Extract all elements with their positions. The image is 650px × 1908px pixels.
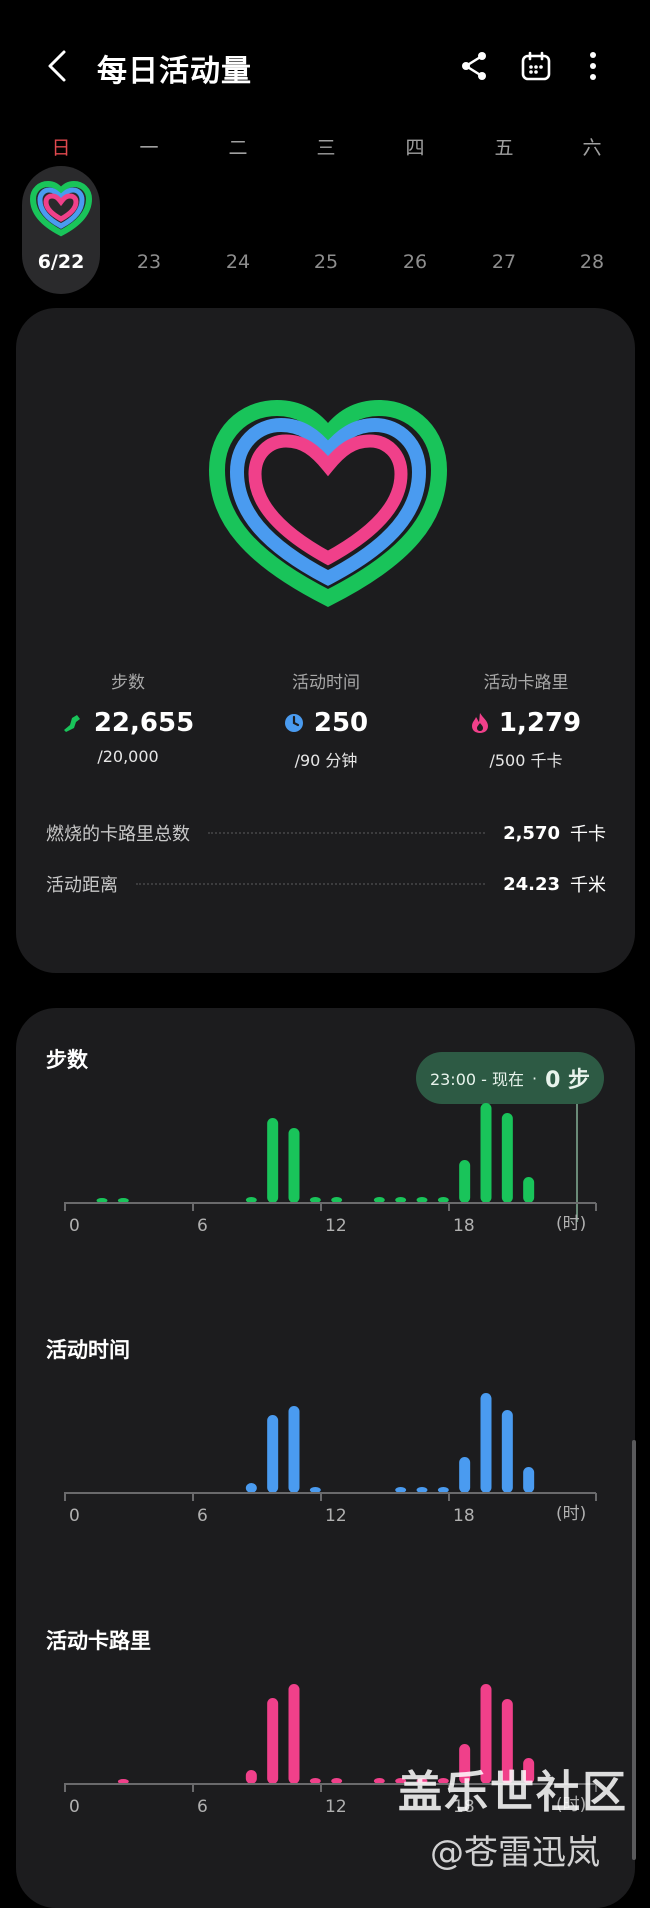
tooltip-time: 23:00 - 现在 xyxy=(429,1070,524,1089)
active-time-label: 活动时间 xyxy=(292,673,360,693)
bar-hour-20 xyxy=(501,1113,513,1203)
bar-hour-10 xyxy=(288,1684,300,1784)
day-date: 24 xyxy=(225,251,251,273)
x-tick-label: 12 xyxy=(325,1216,347,1236)
chevron-left-icon[interactable] xyxy=(40,44,76,88)
chart-svg: 0 6 12 18 (时) xyxy=(64,1393,597,1526)
bar-hour-20 xyxy=(501,1410,513,1493)
day-date: 25 xyxy=(313,251,339,273)
x-tick-label: 0 xyxy=(69,1216,80,1236)
x-tick-label: 0 xyxy=(69,1797,80,1817)
x-tick-label: 18 xyxy=(453,1506,475,1526)
x-tick-label: 0 xyxy=(69,1506,80,1526)
calendar-icon[interactable] xyxy=(514,44,558,88)
clock-icon xyxy=(284,714,303,732)
bar-hour-9 xyxy=(267,1415,279,1493)
bar-hour-19 xyxy=(480,1393,492,1493)
x-tick-label: 6 xyxy=(197,1506,208,1526)
active-time-value: 250 xyxy=(313,708,369,738)
day-date: 6/22 xyxy=(37,251,85,273)
mini-heart-icon xyxy=(30,181,92,237)
bar-hour-18 xyxy=(459,1160,471,1203)
day-date: 27 xyxy=(491,251,517,273)
active-time-stat: 活动时间 250 /90 分钟 xyxy=(226,668,426,771)
flame-icon xyxy=(471,713,488,733)
distance-value: 24.23 xyxy=(503,873,560,895)
day-date: 26 xyxy=(402,251,428,273)
active-time-goal: /90 分钟 xyxy=(294,751,358,770)
x-tick-label: 6 xyxy=(197,1797,208,1817)
steps-chart-title: 步数 xyxy=(46,1048,88,1072)
day-date: 28 xyxy=(579,251,605,273)
tooltip-value: 0 步 xyxy=(545,1068,591,1093)
share-icon[interactable] xyxy=(452,44,496,88)
x-tick-label: 18 xyxy=(453,1216,475,1236)
x-unit-label: (时) xyxy=(556,1214,586,1234)
day-name: 四 xyxy=(405,137,425,159)
total-calories-label: 燃烧的卡路里总数 xyxy=(46,824,190,845)
x-unit-label: (时) xyxy=(556,1504,586,1524)
bar-hour-9 xyxy=(267,1118,279,1203)
bar-hour-8 xyxy=(245,1483,257,1493)
calories-value: 1,279 xyxy=(498,708,582,738)
calories-label: 活动卡路里 xyxy=(483,673,569,693)
watermark-title: 盖乐世社区 xyxy=(398,1767,628,1818)
summary-card[interactable]: 步数 22,655 /20,000 活动时间 250 /90 分钟 活动卡路里 xyxy=(16,308,635,973)
bar-hour-9 xyxy=(267,1698,279,1784)
bar-hour-10 xyxy=(288,1128,300,1203)
steps-label: 步数 xyxy=(111,673,145,693)
day-name: 六 xyxy=(582,137,602,159)
distance-unit: 千米 xyxy=(570,875,606,896)
day-name: 日 xyxy=(51,137,71,159)
day-name: 二 xyxy=(228,137,248,159)
day-name: 三 xyxy=(316,137,336,159)
active-time-chart-title: 活动时间 xyxy=(46,1338,130,1362)
scrollbar[interactable] xyxy=(632,1440,636,1860)
total-calories-value: 2,570 xyxy=(503,822,560,844)
bar-hour-21 xyxy=(523,1467,535,1493)
app-header: 每日活动量 xyxy=(0,0,650,130)
bar-hour-19 xyxy=(480,1103,492,1203)
bar-hour-21 xyxy=(523,1177,535,1203)
bar-hour-10 xyxy=(288,1406,300,1493)
more-vertical-icon[interactable] xyxy=(571,44,615,88)
x-tick-label: 6 xyxy=(197,1216,208,1236)
calories-stat: 活动卡路里 1,279 /500 千卡 xyxy=(426,668,626,771)
steps-value: 22,655 xyxy=(93,708,195,738)
page-title: 每日活动量 xyxy=(97,54,252,89)
dotted-leader xyxy=(208,832,486,834)
chart-svg: 0 6 12 18 (时) xyxy=(64,1103,597,1236)
bar-hour-18 xyxy=(459,1457,471,1493)
calories-chart-title: 活动卡路里 xyxy=(46,1629,151,1653)
x-tick-label: 12 xyxy=(325,1797,347,1817)
total-calories-unit: 千卡 xyxy=(570,824,606,845)
steps-goal: /20,000 xyxy=(97,747,159,766)
steps-stat: 步数 22,655 /20,000 xyxy=(28,668,228,766)
calories-goal: /500 千卡 xyxy=(489,751,563,770)
week-strip: 日 6/22 一 23 二 24 三 25 四 26 五 27 六 28 xyxy=(0,125,650,295)
steps-bar-chart[interactable]: 0 6 12 18 (时) xyxy=(64,1103,604,1243)
chart-tooltip: 23:00 - 现在 · 0 步 xyxy=(416,1052,604,1104)
total-calories-row: 燃烧的卡路里总数 2,570 千卡 xyxy=(46,818,606,848)
day-date: 23 xyxy=(136,251,162,273)
day-name: 一 xyxy=(139,137,159,159)
distance-label: 活动距离 xyxy=(46,875,118,896)
day-name: 五 xyxy=(494,137,514,159)
dotted-leader xyxy=(136,883,486,885)
bar-hour-8 xyxy=(245,1770,257,1784)
active-time-bar-chart[interactable]: 0 6 12 18 (时) xyxy=(64,1393,604,1533)
activity-heart-icon xyxy=(209,399,447,607)
watermark-user: @苍雷迅岚 xyxy=(430,1833,600,1873)
shoe-icon xyxy=(63,715,80,732)
x-tick-label: 12 xyxy=(325,1506,347,1526)
distance-row: 活动距离 24.23 千米 xyxy=(46,869,606,899)
